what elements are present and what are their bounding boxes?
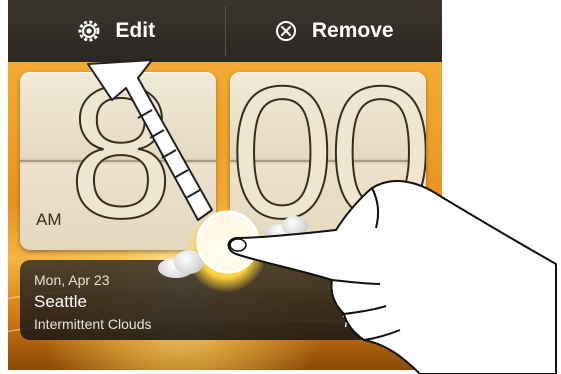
edit-button[interactable]: Edit xyxy=(8,0,225,62)
edit-label: Edit xyxy=(115,19,156,42)
weather-temperature: 75 xyxy=(342,314,360,331)
weather-city: Seattle xyxy=(34,292,87,311)
minute-card: 00 xyxy=(230,72,426,250)
gear-icon xyxy=(77,19,101,43)
weather-date: Mon, Apr 23 xyxy=(34,272,110,288)
hour-card: 8 AM xyxy=(20,72,216,250)
remove-label: Remove xyxy=(311,19,394,42)
am-pm-label: AM xyxy=(36,210,62,229)
widget-action-bar: Edit Remove xyxy=(8,0,442,62)
remove-button[interactable]: Remove xyxy=(226,0,443,62)
weather-condition: Intermittent Clouds xyxy=(34,316,152,332)
minute-digits: 00 xyxy=(230,72,426,250)
close-circle-icon xyxy=(274,19,298,43)
clock-widget-screen: Edit Remove 8 AM 00 Mon, Apr 23 Seattle … xyxy=(8,0,442,370)
